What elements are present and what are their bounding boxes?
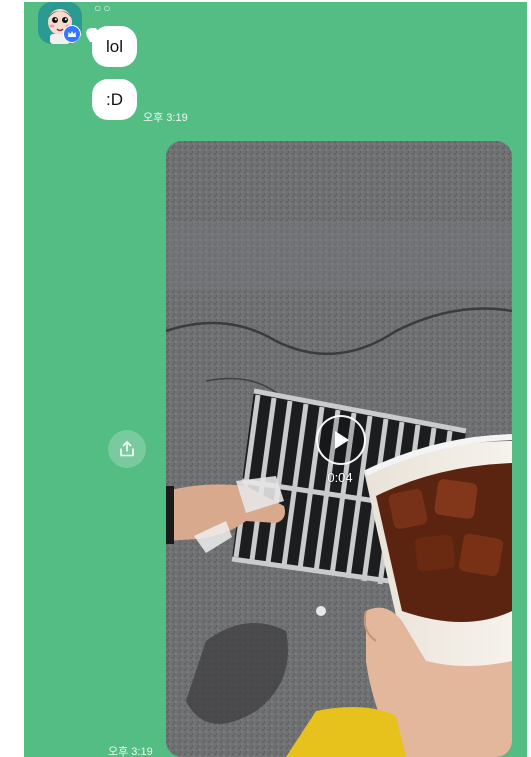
- message-timestamp: 오후 3:19: [143, 112, 188, 124]
- share-button[interactable]: [108, 430, 146, 468]
- sender-name: ○○: [94, 2, 113, 15]
- video-message[interactable]: 0:04: [166, 141, 512, 757]
- chat-screen: ○○ lol :D 오후 3:19 0:04 오후 3:19: [24, 2, 527, 757]
- message-timestamp: 오후 3:19: [108, 746, 153, 757]
- crown-badge-icon: [63, 25, 81, 43]
- play-icon: [335, 431, 349, 449]
- message-text: :D: [106, 90, 123, 109]
- message-text: lol: [106, 37, 124, 56]
- message-bubble[interactable]: lol: [92, 26, 138, 67]
- play-button[interactable]: [316, 415, 366, 465]
- sender-avatar[interactable]: [38, 2, 82, 44]
- share-icon: [120, 441, 134, 457]
- video-duration: 0:04: [327, 470, 353, 485]
- message-bubble[interactable]: :D: [92, 79, 137, 120]
